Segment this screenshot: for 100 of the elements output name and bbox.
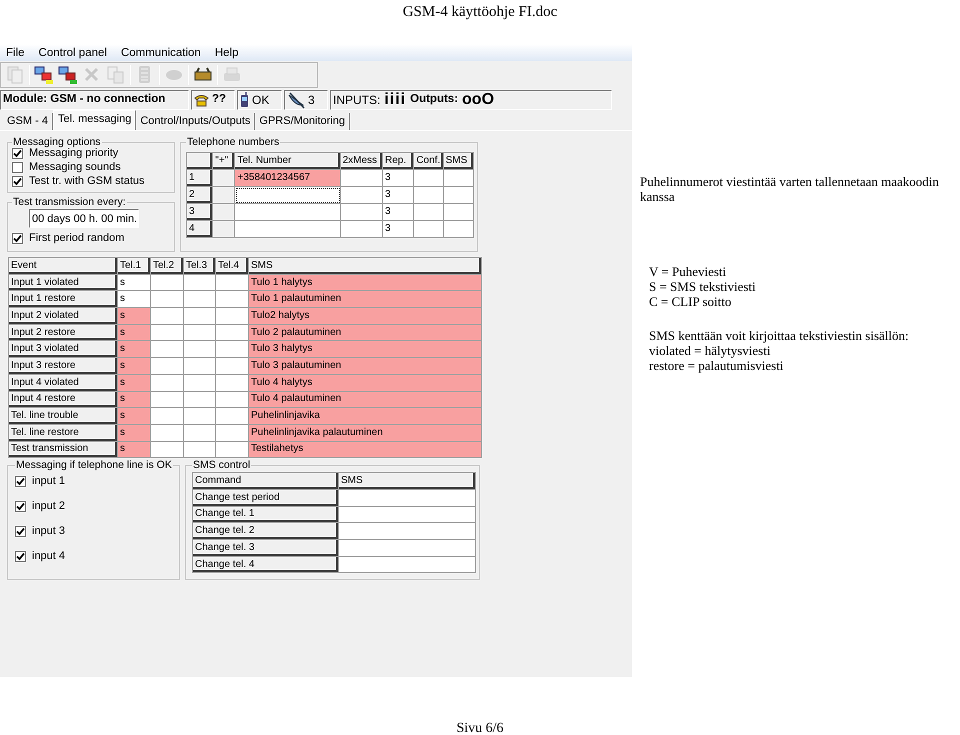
table-cell: s: [118, 324, 151, 342]
row-header: Input 4 restore: [9, 392, 118, 408]
row-header: Input 2 violated: [9, 308, 118, 325]
row-header: Change test period: [193, 490, 339, 507]
checkbox[interactable]: [15, 550, 26, 562]
menu-item[interactable]: Control panel: [38, 46, 107, 60]
column-header: Command: [193, 473, 339, 490]
row-header: 4: [187, 221, 214, 238]
plus-cell[interactable]: [213, 204, 236, 221]
checkbox[interactable]: [12, 176, 23, 186]
phone-number-cell[interactable]: +358401234567: [235, 170, 341, 187]
column-header: Tel.1: [118, 258, 151, 275]
row-header: Change tel. 1: [193, 506, 339, 524]
table-cell: s: [118, 408, 151, 425]
row-header: 1: [187, 170, 214, 187]
checkbox[interactable]: [12, 232, 23, 244]
legend-line: S = SMS tekstiviesti: [649, 279, 757, 294]
checkbox-label: input 2: [32, 499, 66, 514]
input-field[interactable]: 00 days 00 h. 00 min.: [29, 209, 139, 228]
note-text: Puhelinnumerot viestintää varten tallennetaan maakoodin kanssa: [640, 174, 940, 204]
checkbox-label: input 3: [32, 524, 66, 539]
table-cell: 3: [383, 204, 414, 221]
plus-cell[interactable]: [213, 221, 236, 238]
legend-line: V = Puheviesti: [649, 264, 728, 279]
table-cell: 3: [383, 221, 414, 238]
column-header: Tel. Number: [235, 153, 341, 170]
table-cell: Tulo 1 halytys: [249, 274, 482, 292]
group-title: Messaging if telephone line is OK: [15, 459, 173, 472]
table-cell: Tulo 3 palautuminen: [249, 358, 482, 375]
checkbox[interactable]: [15, 500, 26, 512]
row-header: Tel. line restore: [9, 424, 118, 442]
plus-cell[interactable]: [213, 187, 236, 204]
table-cell: 3: [383, 187, 414, 204]
table-cell: Testilahetys: [249, 442, 482, 458]
checkbox[interactable]: [12, 148, 23, 158]
checkbox-label: Messaging priority: [29, 146, 118, 161]
row-header: Input 3 restore: [9, 358, 118, 375]
inputs-label: INPUTS:: [333, 92, 380, 109]
group-title: Messaging options: [12, 136, 102, 148]
table-cell: s: [118, 274, 151, 292]
checkbox-label: Test tr. with GSM status: [29, 174, 145, 189]
row-header: Test transmission: [9, 442, 118, 458]
checkbox[interactable]: [15, 526, 26, 537]
table-cell: s: [118, 424, 151, 442]
telephone-icon: [194, 94, 209, 106]
menu-item[interactable]: Help: [214, 46, 238, 60]
column-header: SMS: [249, 258, 482, 275]
phone-number-cell[interactable]: [235, 187, 341, 204]
row-header: Change tel. 3: [193, 540, 339, 557]
computer-icon[interactable]: [34, 65, 54, 85]
table-cell: Puhelinlinjavika: [249, 408, 482, 425]
table-cell: Puhelinlinjavika palautuminen: [249, 424, 482, 442]
checkbox-label: input 1: [32, 474, 66, 489]
table-cell: s: [118, 392, 151, 408]
checkbox[interactable]: [15, 476, 26, 487]
checkbox-label: First period random: [29, 230, 124, 246]
outputs-indicator: ooO: [462, 90, 494, 110]
table-cell: Tulo 3 halytys: [249, 341, 482, 358]
legend-line: C = CLIP soitto: [649, 294, 732, 309]
note-line: restore = palautumisviesti: [649, 358, 784, 373]
phone-status: ??: [212, 92, 226, 108]
table-cell: Tulo 2 palautuminen: [249, 324, 482, 342]
phone-number-cell[interactable]: [235, 204, 341, 221]
computer-icon[interactable]: [58, 65, 78, 85]
checkbox[interactable]: [12, 162, 23, 172]
gsm-status: OK: [252, 92, 270, 109]
column-header: Tel.4: [216, 258, 249, 275]
page-number: Sivu 6/6: [456, 720, 504, 735]
group-title: Test transmission every:: [12, 196, 127, 209]
row-header: 3: [187, 204, 214, 221]
menu-item[interactable]: File: [6, 46, 25, 60]
table-cell: s: [118, 358, 151, 375]
column-header: "+": [213, 153, 236, 170]
mobile-phone-icon: [240, 92, 249, 108]
column-header: SMS: [339, 473, 476, 490]
column-header: Tel.2: [151, 258, 184, 275]
phone-number-cell[interactable]: [235, 221, 341, 238]
group-title: SMS control: [192, 459, 252, 472]
column-header: Conf.: [414, 153, 444, 170]
row-header: Input 2 restore: [9, 324, 118, 342]
table-cell: Tulo2 halytys: [249, 308, 482, 325]
plus-cell[interactable]: [213, 170, 236, 187]
column-header: Event: [9, 258, 118, 275]
column-header: Tel.3: [184, 258, 216, 275]
table-cell: s: [118, 308, 151, 325]
row-header: Input 1 violated: [9, 274, 118, 292]
document-title: GSM-4 käyttöohje FI.doc: [402, 3, 558, 22]
note-line: SMS kenttään voit kirjoittaa tekstiviestin sisällön:: [649, 328, 910, 343]
column-header: 2xMess: [340, 153, 384, 170]
satellite-count: 3: [308, 92, 315, 109]
tab[interactable]: Tel. messaging: [52, 110, 136, 130]
menu-item[interactable]: Communication: [120, 46, 201, 60]
row-header: Input 1 restore: [9, 291, 118, 308]
row-header: Change tel. 2: [193, 523, 339, 540]
satellite-dish-icon: [287, 92, 305, 108]
outputs-label: Outputs:: [410, 92, 458, 108]
table-cell: Tulo 1 palautuminen: [249, 291, 482, 308]
table-cell: s: [118, 374, 151, 392]
module-status: Module: GSM - no connection: [3, 92, 166, 108]
table-cell: Tulo 4 palautuminen: [249, 392, 482, 408]
